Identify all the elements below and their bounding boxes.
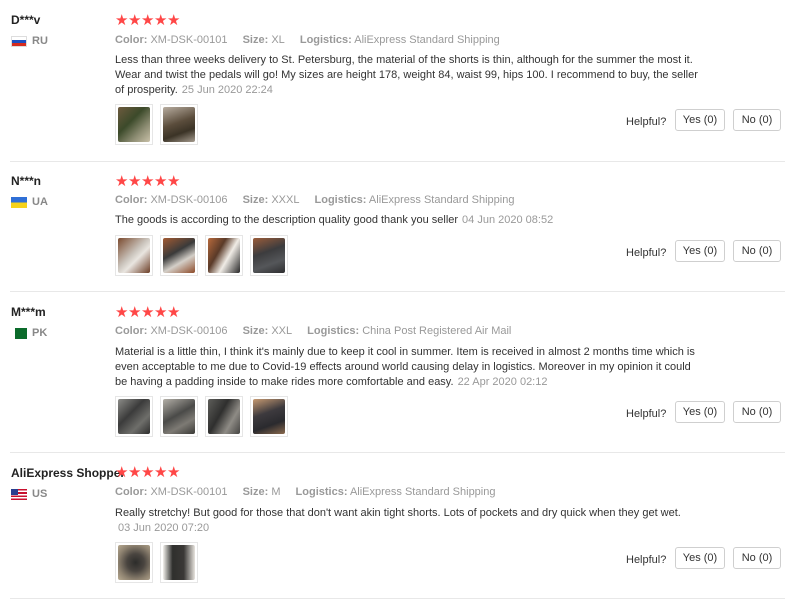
review-photo-thumbnail[interactable] <box>205 235 243 276</box>
reviewer-name: M***m <box>11 305 46 319</box>
size-label: Size: <box>242 325 269 337</box>
review-photo-thumbnail[interactable] <box>115 542 153 583</box>
color-value: XM-DSK-00106 <box>150 194 228 206</box>
reviewer-country: US <box>11 488 47 500</box>
usa-flag-icon <box>11 488 27 500</box>
review-photo-thumbnail[interactable] <box>115 396 153 437</box>
review-text: Less than three weeks delivery to St. Pe… <box>115 53 705 98</box>
color-label: Color: <box>115 194 148 206</box>
review-text: Material is a little thin, I think it's … <box>115 345 705 390</box>
color-value: XM-DSK-00101 <box>150 34 228 46</box>
color-label: Color: <box>115 486 148 498</box>
review-photos <box>115 235 288 276</box>
review-photo-thumbnail[interactable] <box>250 396 288 437</box>
review-meta: Color: XM-DSK-00106 Size: XXXL Logistics… <box>115 194 514 206</box>
review-text: The goods is according to the descriptio… <box>115 213 705 228</box>
country-code: UA <box>32 196 48 208</box>
helpful-no-button[interactable]: No (0) <box>733 109 781 131</box>
review-body: Material is a little thin, I think it's … <box>115 346 695 388</box>
review-photos <box>115 542 198 583</box>
logistics-label: Logistics: <box>314 194 367 206</box>
helpful-no-button[interactable]: No (0) <box>733 401 781 423</box>
color-label: Color: <box>115 325 148 337</box>
ukraine-flag-icon <box>11 196 27 208</box>
review-divider <box>10 598 785 599</box>
review-photo-thumbnail[interactable] <box>115 235 153 276</box>
size-value: XXXL <box>271 194 300 206</box>
russia-flag-icon <box>11 35 27 47</box>
reviewer-name: D***v <box>11 13 41 27</box>
color-value: XM-DSK-00106 <box>150 325 228 337</box>
review-photos <box>115 104 198 145</box>
logistics-label: Logistics: <box>299 34 352 46</box>
color-value: XM-DSK-00101 <box>150 486 228 498</box>
size-label: Size: <box>242 34 269 46</box>
helpful-label: Helpful? <box>626 408 667 420</box>
logistics-value: AliExpress Standard Shipping <box>349 486 496 498</box>
helpful-yes-button[interactable]: Yes (0) <box>675 109 725 131</box>
size-label: Size: <box>242 486 269 498</box>
review-body: Really stretchy! But good for those that… <box>115 507 681 519</box>
review-photo-thumbnail[interactable] <box>160 235 198 276</box>
size-value: XXL <box>271 325 293 337</box>
review-date: 22 Apr 2020 02:12 <box>457 376 548 388</box>
helpful-label: Helpful? <box>626 116 667 128</box>
logistics-value: AliExpress Standard Shipping <box>368 194 515 206</box>
review-meta: Color: XM-DSK-00101 Size: XL Logistics: … <box>115 34 500 46</box>
size-value: M <box>271 486 281 498</box>
reviewer-country: RU <box>11 35 48 47</box>
review-photo-thumbnail[interactable] <box>250 235 288 276</box>
review-date: 03 Jun 2020 07:20 <box>118 522 210 534</box>
review-divider <box>10 291 785 292</box>
review-divider <box>10 161 785 162</box>
country-code: RU <box>32 35 48 47</box>
review-photo-thumbnail[interactable] <box>160 104 198 145</box>
rating-stars: ★★★★★ <box>115 173 181 190</box>
helpful-yes-button[interactable]: Yes (0) <box>675 240 725 262</box>
country-code: US <box>32 488 48 500</box>
review-photo-thumbnail[interactable] <box>115 104 153 145</box>
reviewer-name: AliExpress Shopper <box>11 466 126 480</box>
pakistan-flag-icon <box>11 327 27 339</box>
rating-stars: ★★★★★ <box>115 12 181 29</box>
reviewer-country: PK <box>11 327 47 339</box>
reviewer-country: UA <box>11 196 48 208</box>
color-label: Color: <box>115 34 148 46</box>
review-text: Really stretchy! But good for those that… <box>115 506 705 536</box>
review-photos <box>115 396 288 437</box>
reviewer-name: N***n <box>11 174 42 188</box>
helpful-label: Helpful? <box>626 247 667 259</box>
review-date: 04 Jun 2020 08:52 <box>462 214 554 226</box>
helpful-label: Helpful? <box>626 554 667 566</box>
rating-stars: ★★★★★ <box>115 304 181 321</box>
logistics-value: China Post Registered Air Mail <box>362 325 512 337</box>
logistics-label: Logistics: <box>295 486 348 498</box>
helpful-no-button[interactable]: No (0) <box>733 547 781 569</box>
helpful-yes-button[interactable]: Yes (0) <box>675 547 725 569</box>
rating-stars: ★★★★★ <box>115 464 181 481</box>
logistics-label: Logistics: <box>307 325 360 337</box>
helpful-yes-button[interactable]: Yes (0) <box>675 401 725 423</box>
review-meta: Color: XM-DSK-00106 Size: XXL Logistics:… <box>115 325 511 337</box>
logistics-value: AliExpress Standard Shipping <box>354 34 500 46</box>
review-photo-thumbnail[interactable] <box>205 396 243 437</box>
size-value: XL <box>271 34 285 46</box>
review-photo-thumbnail[interactable] <box>160 542 198 583</box>
helpful-no-button[interactable]: No (0) <box>733 240 781 262</box>
country-code: PK <box>32 327 48 339</box>
review-meta: Color: XM-DSK-00101 Size: M Logistics: A… <box>115 486 495 498</box>
size-label: Size: <box>242 194 269 206</box>
review-photo-thumbnail[interactable] <box>160 396 198 437</box>
review-date: 25 Jun 2020 22:24 <box>181 84 273 96</box>
review-body: The goods is according to the descriptio… <box>115 214 459 226</box>
review-divider <box>10 452 785 453</box>
